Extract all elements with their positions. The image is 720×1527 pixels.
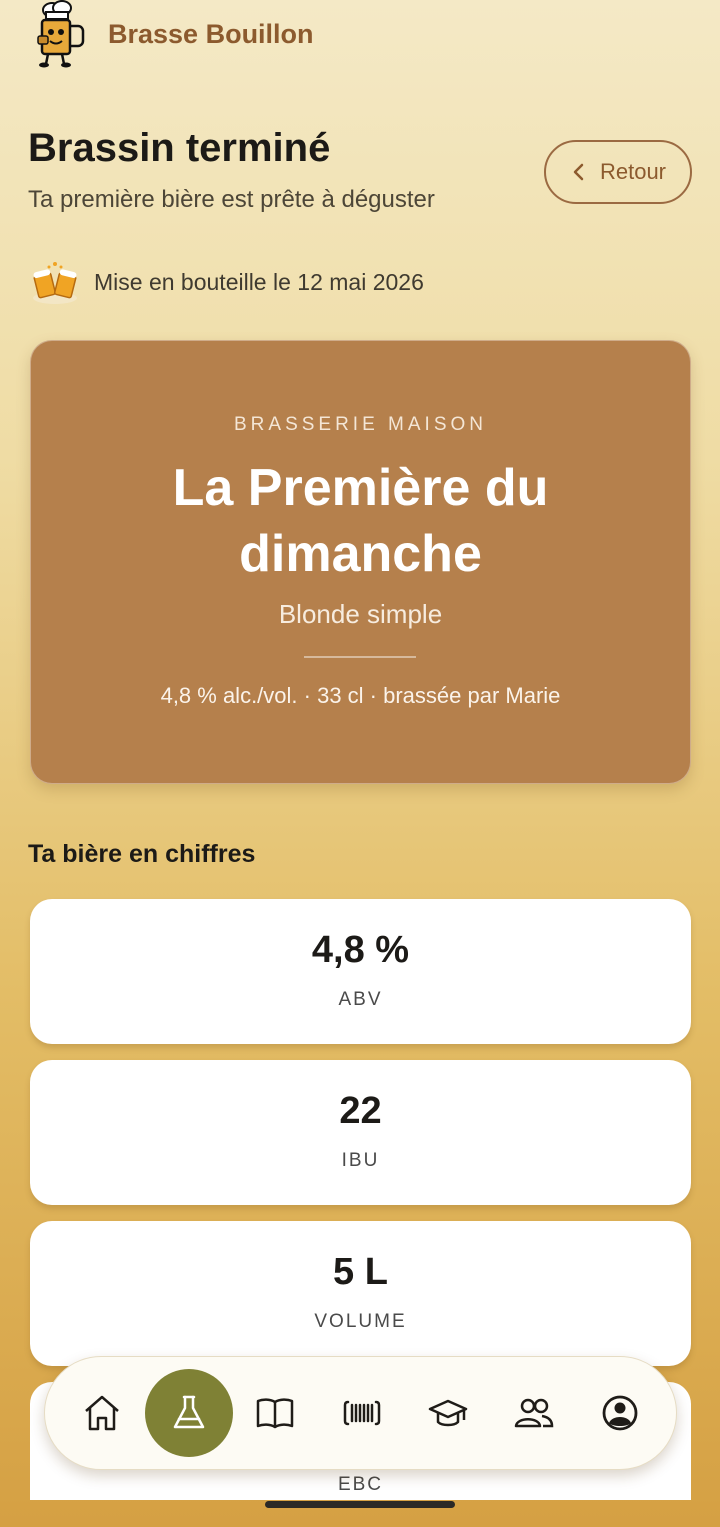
nav-scan[interactable] bbox=[318, 1369, 406, 1457]
chef-beer-mascot-icon[interactable] bbox=[30, 0, 90, 68]
label-beer-style: Blonde simple bbox=[278, 599, 443, 629]
back-button-label: Retour bbox=[599, 159, 667, 184]
stats-section-title: Ta bière en chiffres bbox=[28, 840, 256, 868]
bottling-date-row: Mise en bouteille le 12 mai 2026 bbox=[30, 258, 424, 306]
nav-profile[interactable] bbox=[576, 1369, 664, 1457]
label-divider bbox=[304, 656, 416, 658]
users-icon bbox=[514, 1398, 554, 1428]
stat-value: 5 L bbox=[333, 1251, 388, 1293]
stat-label: VOLUME bbox=[314, 1311, 407, 1332]
beer-label-card: BRASSERIE MAISON La Première du dimanche… bbox=[30, 340, 691, 784]
nav-learn[interactable] bbox=[404, 1369, 492, 1457]
bottom-navigation bbox=[44, 1356, 677, 1470]
stat-value: 22 bbox=[339, 1090, 382, 1132]
stat-label: EBC bbox=[337, 1474, 384, 1495]
home-icon bbox=[85, 1395, 119, 1431]
label-beer-name: La Première du dimanche bbox=[172, 459, 549, 583]
top-bar: Brasse Bouillon bbox=[30, 0, 314, 68]
nav-brew[interactable] bbox=[145, 1369, 233, 1457]
user-circle-icon bbox=[602, 1395, 638, 1431]
page-subtitle: Ta première bière est prête à déguster bbox=[28, 186, 435, 213]
nav-home[interactable] bbox=[58, 1369, 146, 1457]
stat-value: 4,8 % bbox=[311, 929, 410, 971]
stat-label: IBU bbox=[341, 1150, 380, 1171]
stat-card-volume: 5 L VOLUME bbox=[30, 1221, 691, 1366]
book-icon bbox=[256, 1398, 294, 1429]
graduation-cap-icon bbox=[428, 1399, 468, 1427]
label-meta: 4,8 % alc./vol. · 33 cl · brassée par Ma… bbox=[160, 683, 561, 708]
chevron-left-icon bbox=[573, 163, 584, 181]
back-button[interactable]: Retour bbox=[544, 140, 692, 204]
cheers-beer-icon bbox=[33, 262, 77, 304]
label-brewery: BRASSERIE MAISON bbox=[234, 414, 487, 435]
nav-recipes[interactable] bbox=[231, 1369, 319, 1457]
flask-icon bbox=[173, 1395, 205, 1429]
stat-card-ibu: 22 IBU bbox=[30, 1060, 691, 1205]
stat-card-abv: 4,8 % ABV bbox=[30, 899, 691, 1044]
page-title: Brassin terminé bbox=[28, 126, 331, 170]
barcode-scan-icon bbox=[343, 1400, 381, 1426]
nav-community[interactable] bbox=[490, 1369, 578, 1457]
app-name: Brasse Bouillon bbox=[108, 18, 314, 49]
stat-label: ABV bbox=[338, 989, 383, 1010]
home-indicator[interactable] bbox=[265, 1501, 455, 1508]
bottling-date-text: Mise en bouteille le 12 mai 2026 bbox=[94, 268, 424, 295]
